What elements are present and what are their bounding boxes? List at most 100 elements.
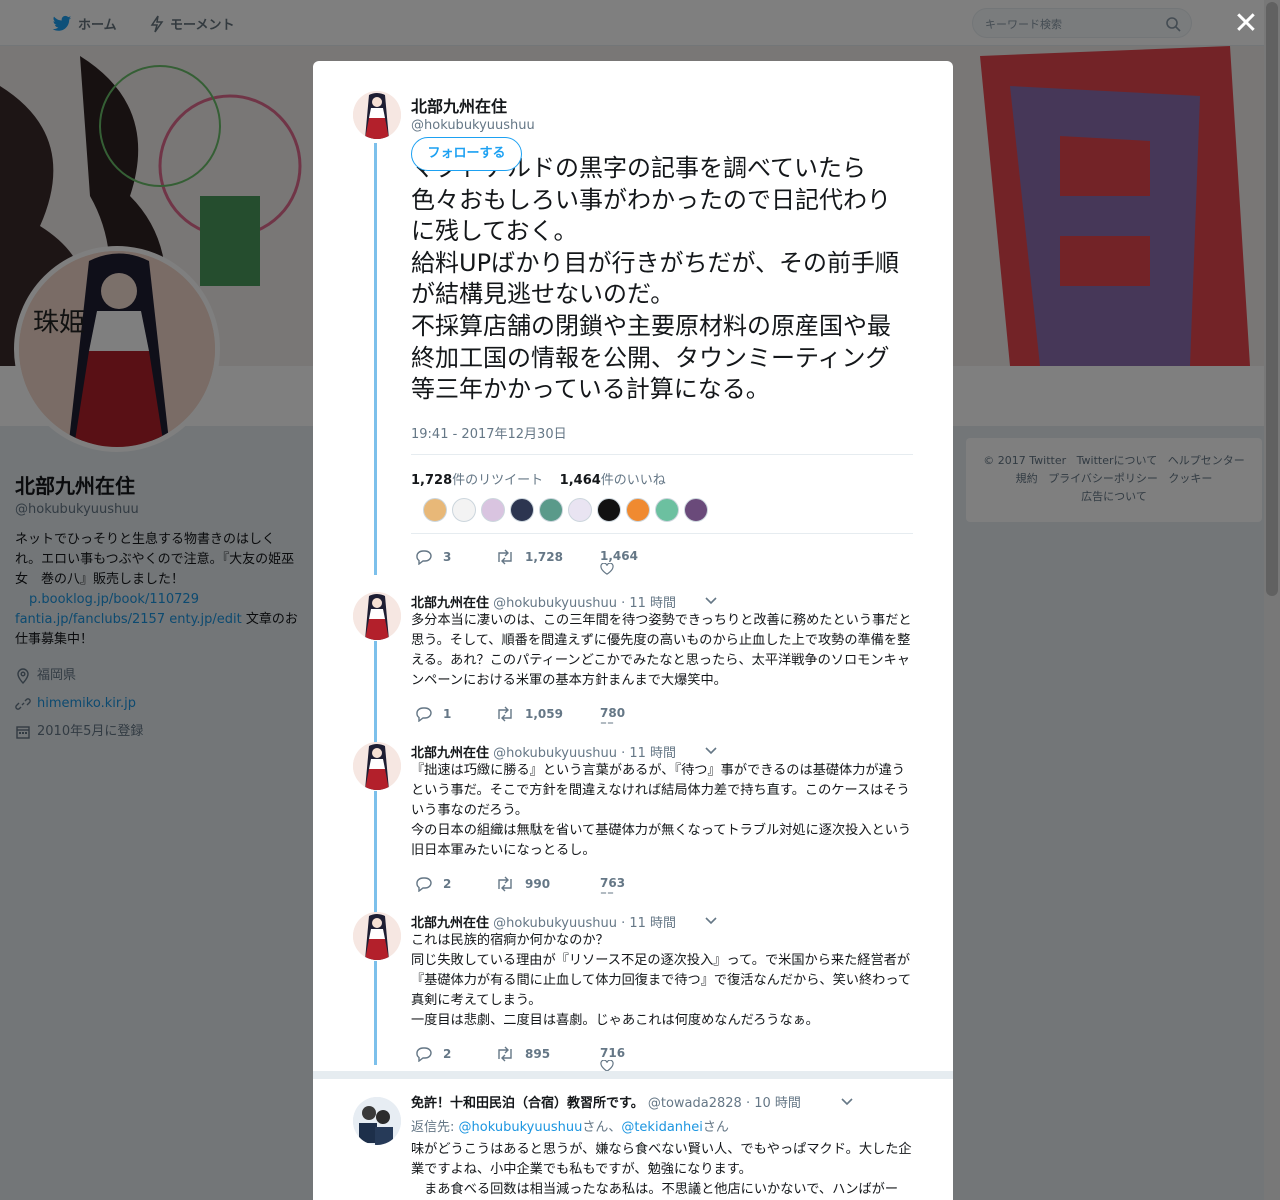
retweet-button[interactable]: 990 — [495, 876, 550, 892]
tweet-header: 北部九州在住 @hokubukyuushuu · 11 時間 — [411, 592, 676, 611]
retweet-button[interactable]: 895 — [495, 1046, 550, 1062]
reply-to-label: 返信先: — [411, 1120, 455, 1135]
tweet-text: 多分本当に凄いのは、この三年間を待つ姿勢できっちりと改善に務めたという事だと思う… — [411, 613, 912, 688]
heart-icon — [600, 892, 614, 894]
tweet-text: 味がどうこうはあると思うが、嫌なら食べない賢い人、でもやっぱマクド。大した企業で… — [411, 1142, 912, 1197]
tweet-author-handle[interactable]: @hokubukyuushuu — [493, 746, 617, 761]
tweet-text: これは民族的宿痾か何かなのか？ 同じ失敗している理由が『リソース不足の逐次投入』… — [411, 933, 912, 1028]
thread-connector — [374, 143, 377, 575]
reply-icon — [416, 550, 432, 565]
reply-button[interactable]: 1 — [415, 706, 451, 722]
reply-icon — [416, 877, 432, 892]
retweet-count[interactable]: 1,728 — [411, 473, 452, 488]
avatar[interactable] — [353, 742, 401, 790]
tweet-actions: 1 1,059 780 — [411, 706, 711, 726]
tweet-actions: 3 1,728 1,464 — [411, 549, 711, 575]
tweet-author-handle[interactable]: @towada2828 — [648, 1096, 742, 1111]
tweet-timestamp[interactable]: 19:41 - 2017年12月30日 — [411, 423, 567, 442]
liker-avatar[interactable] — [568, 498, 592, 522]
retweet-icon — [498, 1046, 512, 1062]
retweet-icon — [498, 549, 512, 565]
liker-avatar[interactable] — [423, 498, 447, 522]
reply-button[interactable]: 2 — [415, 1046, 451, 1062]
tweet-time[interactable]: · 11 時間 — [621, 916, 676, 931]
thread-connector — [374, 961, 377, 1065]
heart-icon — [600, 563, 614, 575]
chevron-down-icon[interactable] — [705, 596, 717, 606]
conversation-divider — [313, 1071, 953, 1079]
tweet-author-handle[interactable]: @hokubukyuushuu — [493, 596, 617, 611]
tweet-header: 北部九州在住 @hokubukyuushuu · 11 時間 — [411, 912, 676, 931]
like-action-count: 716 — [600, 1046, 626, 1060]
reply-count: 1 — [443, 707, 452, 721]
like-count-label: 件のいいね — [600, 473, 666, 488]
retweet-action-count: 1,059 — [525, 707, 563, 721]
follow-button[interactable]: フォローする — [411, 137, 522, 171]
like-count[interactable]: 1,464 — [560, 473, 601, 488]
tweet-author-handle[interactable]: @hokubukyuushuu — [411, 118, 535, 133]
tweet-actions: 2 895 716 — [411, 1046, 711, 1072]
reply-button[interactable]: 3 — [415, 549, 451, 565]
liker-avatar[interactable] — [626, 498, 650, 522]
like-button[interactable]: 716 — [600, 1046, 625, 1072]
tweet-stats: 1,728件のリツイート 1,464件のいいね — [411, 454, 913, 534]
tweet-header: 北部九州在住 @hokubukyuushuu · 11 時間 — [411, 742, 676, 761]
liker-avatar[interactable] — [510, 498, 534, 522]
tweet-permalink-modal: 北部九州在住 @hokubukyuushuu マクドナルドの黒字の記事を調べてい… — [313, 61, 953, 1200]
reply-button[interactable]: 2 — [415, 876, 451, 892]
reply-icon — [416, 707, 432, 722]
tweet-header: 免許！十和田民泊（合宿）教習所です。 @towada2828 · 10 時間 — [411, 1092, 801, 1111]
retweet-action-count: 1,728 — [525, 550, 563, 564]
tweet-time[interactable]: · 11 時間 — [621, 746, 676, 761]
thread-connector — [374, 641, 377, 745]
tweet-author-name[interactable]: 北部九州在住 — [411, 93, 507, 117]
tweet-text: 『拙速は巧緻に勝る』という言葉があるが、『待つ』事ができるのは基礎体力が違うとい… — [411, 763, 912, 858]
chevron-down-icon[interactable] — [705, 746, 717, 756]
like-button[interactable]: 763 — [600, 876, 625, 896]
mention-link[interactable]: @tekidanhei — [621, 1120, 703, 1135]
thread-connector — [374, 791, 377, 915]
avatar[interactable] — [353, 91, 401, 139]
like-button[interactable]: 780 — [600, 706, 625, 726]
retweet-icon — [498, 876, 512, 892]
liker-avatar[interactable] — [539, 498, 563, 522]
stats-counts: 1,728件のリツイート 1,464件のいいね — [411, 469, 666, 488]
like-button[interactable]: 1,464 — [600, 549, 638, 575]
tweet-author-name[interactable]: 北部九州在住 — [411, 916, 489, 931]
retweet-count-label: 件のリツイート — [452, 473, 544, 488]
retweet-button[interactable]: 1,059 — [495, 706, 563, 722]
like-action-count: 780 — [600, 706, 626, 720]
like-action-count: 1,464 — [600, 549, 638, 563]
liker-avatar[interactable] — [481, 498, 505, 522]
liker-avatar[interactable] — [452, 498, 476, 522]
avatar[interactable] — [353, 912, 401, 960]
chevron-down-icon[interactable] — [705, 916, 717, 926]
tweet-text: マクドナルドの黒字の記事を調べていたら色々おもしろい事がわかったので日記代わりに… — [411, 154, 900, 404]
reply-count: 2 — [443, 1047, 452, 1061]
tweet-author-name[interactable]: 北部九州在住 — [411, 596, 489, 611]
retweet-button[interactable]: 1,728 — [495, 549, 563, 565]
reply-to-line: 返信先: @hokubukyuushuuさん、@tekidanheiさん — [411, 1116, 729, 1135]
liker-avatar[interactable] — [684, 498, 708, 522]
avatar[interactable] — [353, 1097, 401, 1145]
tweet-author-handle[interactable]: @hokubukyuushuu — [493, 916, 617, 931]
liker-avatar[interactable] — [597, 498, 621, 522]
mention-suffix: さん、 — [582, 1120, 622, 1135]
heart-icon — [600, 722, 614, 724]
mention-suffix: さん — [702, 1120, 729, 1135]
tweet-author-name[interactable]: 免許！十和田民泊（合宿）教習所です。 — [411, 1096, 644, 1111]
retweet-action-count: 895 — [525, 1047, 551, 1061]
like-action-count: 763 — [600, 876, 626, 890]
reply-count: 2 — [443, 877, 452, 891]
chevron-down-icon[interactable] — [841, 1097, 853, 1107]
tweet-author-name[interactable]: 北部九州在住 — [411, 746, 489, 761]
retweet-icon — [498, 706, 512, 722]
tweet-time[interactable]: · 11 時間 — [621, 596, 676, 611]
tweet-time[interactable]: · 10 時間 — [746, 1096, 801, 1111]
liker-avatar[interactable] — [655, 498, 679, 522]
tweet-actions: 2 990 763 — [411, 876, 711, 896]
avatar[interactable] — [353, 592, 401, 640]
retweet-action-count: 990 — [525, 877, 551, 891]
mention-link[interactable]: @hokubukyuushuu — [459, 1120, 583, 1135]
close-icon[interactable]: ✕ — [1232, 9, 1260, 39]
